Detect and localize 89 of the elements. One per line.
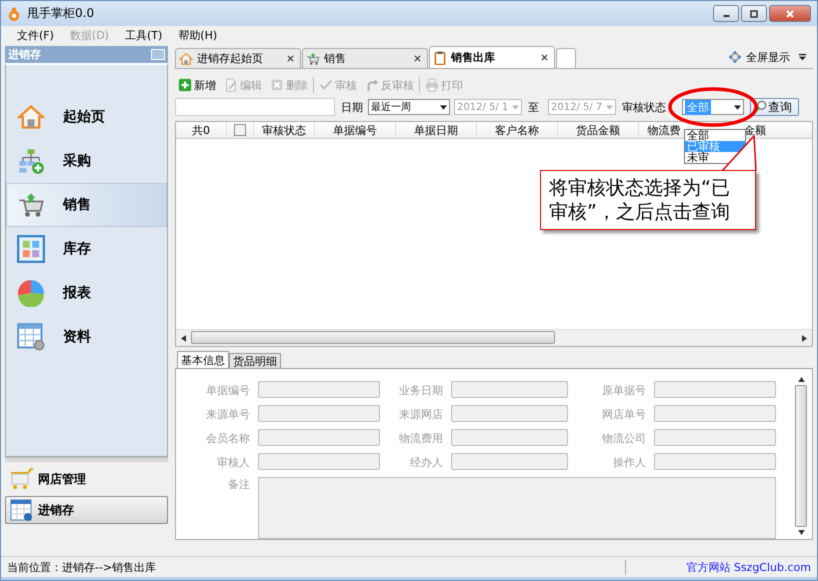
menu-item[interactable]: 帮助(H) <box>170 26 226 44</box>
nav-item[interactable]: 报表 <box>6 271 167 315</box>
plus-icon <box>178 78 192 92</box>
field-label: 来源单号 <box>205 406 250 422</box>
search-field[interactable] <box>175 98 335 116</box>
column-header: 客户名称 <box>477 122 558 138</box>
dropdown-arrow-icon <box>512 104 519 110</box>
maximize-button[interactable] <box>741 5 767 22</box>
date-label: 日期 <box>341 100 363 114</box>
close-icon[interactable] <box>287 55 294 62</box>
nav-item[interactable]: 资料 <box>6 315 167 359</box>
website-link[interactable]: 官方网站 SszgClub.com <box>625 560 811 574</box>
section-button[interactable]: 网店管理 <box>5 465 168 493</box>
menu-item[interactable]: 工具(T) <box>116 26 170 44</box>
status-label: 审核状态 <box>622 100 666 114</box>
pin-button[interactable] <box>151 49 165 60</box>
field-label: 单据编号 <box>205 382 250 398</box>
app-icon <box>7 6 21 20</box>
redo-icon <box>365 78 379 92</box>
column-header: 单据日期 <box>396 122 477 138</box>
clipboard-icon <box>433 50 447 64</box>
calendar-icon <box>10 498 34 522</box>
field-label: 物流公司 <box>601 430 646 446</box>
house-icon <box>179 52 193 66</box>
location-text: 当前位置：进销存-->销售出库 <box>7 560 156 574</box>
field-label: 会员名称 <box>205 430 250 446</box>
dropdown-arrow-icon <box>606 104 613 110</box>
column-header: 单据编号 <box>315 122 396 138</box>
period-dropdown[interactable]: 最近一周 <box>368 99 450 115</box>
toolbar-button[interactable]: 新增 <box>175 78 219 92</box>
field-label: 经办人 <box>409 454 443 470</box>
scrollbar-thumb[interactable] <box>191 331 555 344</box>
detail-tab[interactable]: 基本信息 <box>177 351 229 368</box>
section-button[interactable]: 进销存 <box>5 496 168 524</box>
to-label: 至 <box>528 100 539 114</box>
select-all-checkbox[interactable] <box>234 124 246 136</box>
nav-item[interactable]: 库存 <box>6 227 167 271</box>
dropdown-arrow-icon <box>798 52 807 62</box>
scroll-up-icon[interactable] <box>798 377 804 382</box>
field-label: 网店单号 <box>601 406 646 422</box>
close-icon[interactable] <box>541 54 548 61</box>
scrollbar-thumb[interactable] <box>795 385 807 527</box>
cart-icon <box>10 467 34 491</box>
edit-icon <box>224 78 238 92</box>
scroll-left-icon[interactable] <box>181 334 186 342</box>
delete-icon <box>270 78 284 92</box>
panel-title: 进销存 <box>8 47 41 62</box>
fullscreen-button[interactable]: 全屏显示 <box>722 48 813 66</box>
nav-item[interactable]: 采购 <box>6 139 167 183</box>
field-label: 业务日期 <box>398 382 443 398</box>
table-gear-icon <box>17 323 45 351</box>
minimize-button[interactable] <box>713 5 739 22</box>
menu-item[interactable]: 文件(F) <box>9 26 62 44</box>
document-tab[interactable]: 进销存起始页 <box>175 48 301 68</box>
field-label: 物流费用 <box>398 430 443 446</box>
query-button[interactable]: 查询 <box>750 98 799 116</box>
grid-icon <box>17 235 45 263</box>
column-header: 审核状态 <box>254 122 315 138</box>
printer-icon <box>425 78 439 92</box>
close-icon[interactable] <box>414 55 421 62</box>
dropdown-arrow-icon <box>440 104 447 110</box>
field-label: 备注 <box>227 477 250 492</box>
cart-icon <box>17 191 45 219</box>
detail-tab[interactable]: 货品明细 <box>229 353 281 368</box>
column-header: 货品金额 <box>558 122 639 138</box>
scroll-right-icon[interactable] <box>802 334 807 342</box>
close-button[interactable] <box>769 5 811 22</box>
nav-item[interactable]: 销售 <box>6 183 167 227</box>
check-icon <box>319 78 333 92</box>
cart-icon <box>306 52 320 66</box>
maximize-icon <box>749 8 759 18</box>
house-icon <box>17 103 45 131</box>
document-tab[interactable]: 销售出库 <box>429 46 555 68</box>
document-tab[interactable]: 销售 <box>302 48 428 68</box>
field-label: 来源网店 <box>398 406 443 422</box>
dropdown-arrow-icon <box>734 104 741 110</box>
callout-text: 将审核状态选择为“已审核”，之后点击查询 <box>548 176 731 224</box>
field-label: 审核人 <box>216 454 250 470</box>
network-icon <box>17 147 45 175</box>
column-header: 共0 <box>176 122 227 138</box>
pie-chart-icon <box>17 279 45 307</box>
close-icon <box>785 8 795 18</box>
minimize-icon <box>722 15 730 17</box>
window-title: 甩手掌柜0.0 <box>27 5 94 22</box>
scroll-down-icon[interactable] <box>798 530 804 535</box>
nav-item[interactable]: 起始页 <box>6 95 167 139</box>
move-arrows-icon <box>728 50 742 64</box>
field-label: 原单据号 <box>601 382 646 398</box>
field-label: 操作人 <box>612 454 646 470</box>
